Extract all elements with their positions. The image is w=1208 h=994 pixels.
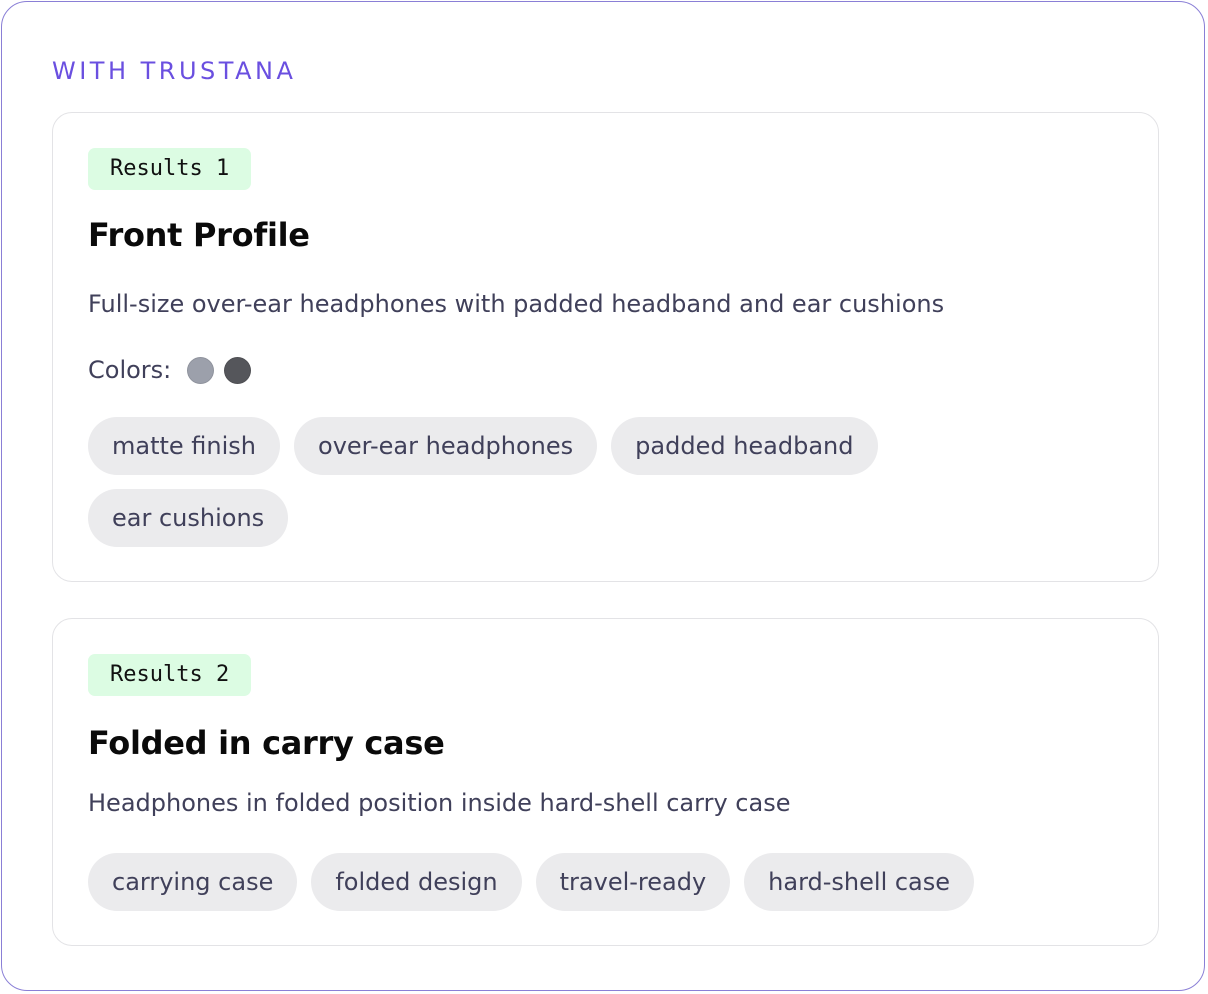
tag-chip: ear cushions [88,489,289,547]
result-description: Full-size over-ear headphones with padde… [88,290,945,318]
color-swatch-gray [187,356,215,384]
result-description: Headphones in folded position inside har… [88,789,791,817]
result-title: Front Profile [88,216,310,254]
tag-chip: matte finish [88,417,281,475]
tag-chip: carrying case [88,853,298,911]
result-card-2: Results 2 Folded in carry case Headphone… [52,618,1159,946]
color-swatch-dark-gray [224,356,252,384]
colors-row: Colors: [88,353,261,387]
tag-chip: hard-shell case [744,853,975,911]
result-card-1: Results 1 Front Profile Full-size over-e… [52,112,1159,582]
result-badge: Results 2 [88,654,252,696]
with-trustana-panel: WITH TRUSTANA Results 1 Front Profile Fu… [1,1,1205,991]
tag-list: matte finish over-ear headphones padded … [88,417,988,547]
panel-heading: WITH TRUSTANA [52,57,297,85]
tag-chip: travel-ready [535,853,731,911]
tag-list: carrying case folded design travel-ready… [88,853,1123,911]
colors-label: Colors: [88,356,172,384]
tag-chip: padded headband [611,417,878,475]
result-badge: Results 1 [88,148,252,190]
tag-chip: over-ear headphones [294,417,598,475]
tag-chip: folded design [311,853,522,911]
result-title: Folded in carry case [88,724,445,762]
